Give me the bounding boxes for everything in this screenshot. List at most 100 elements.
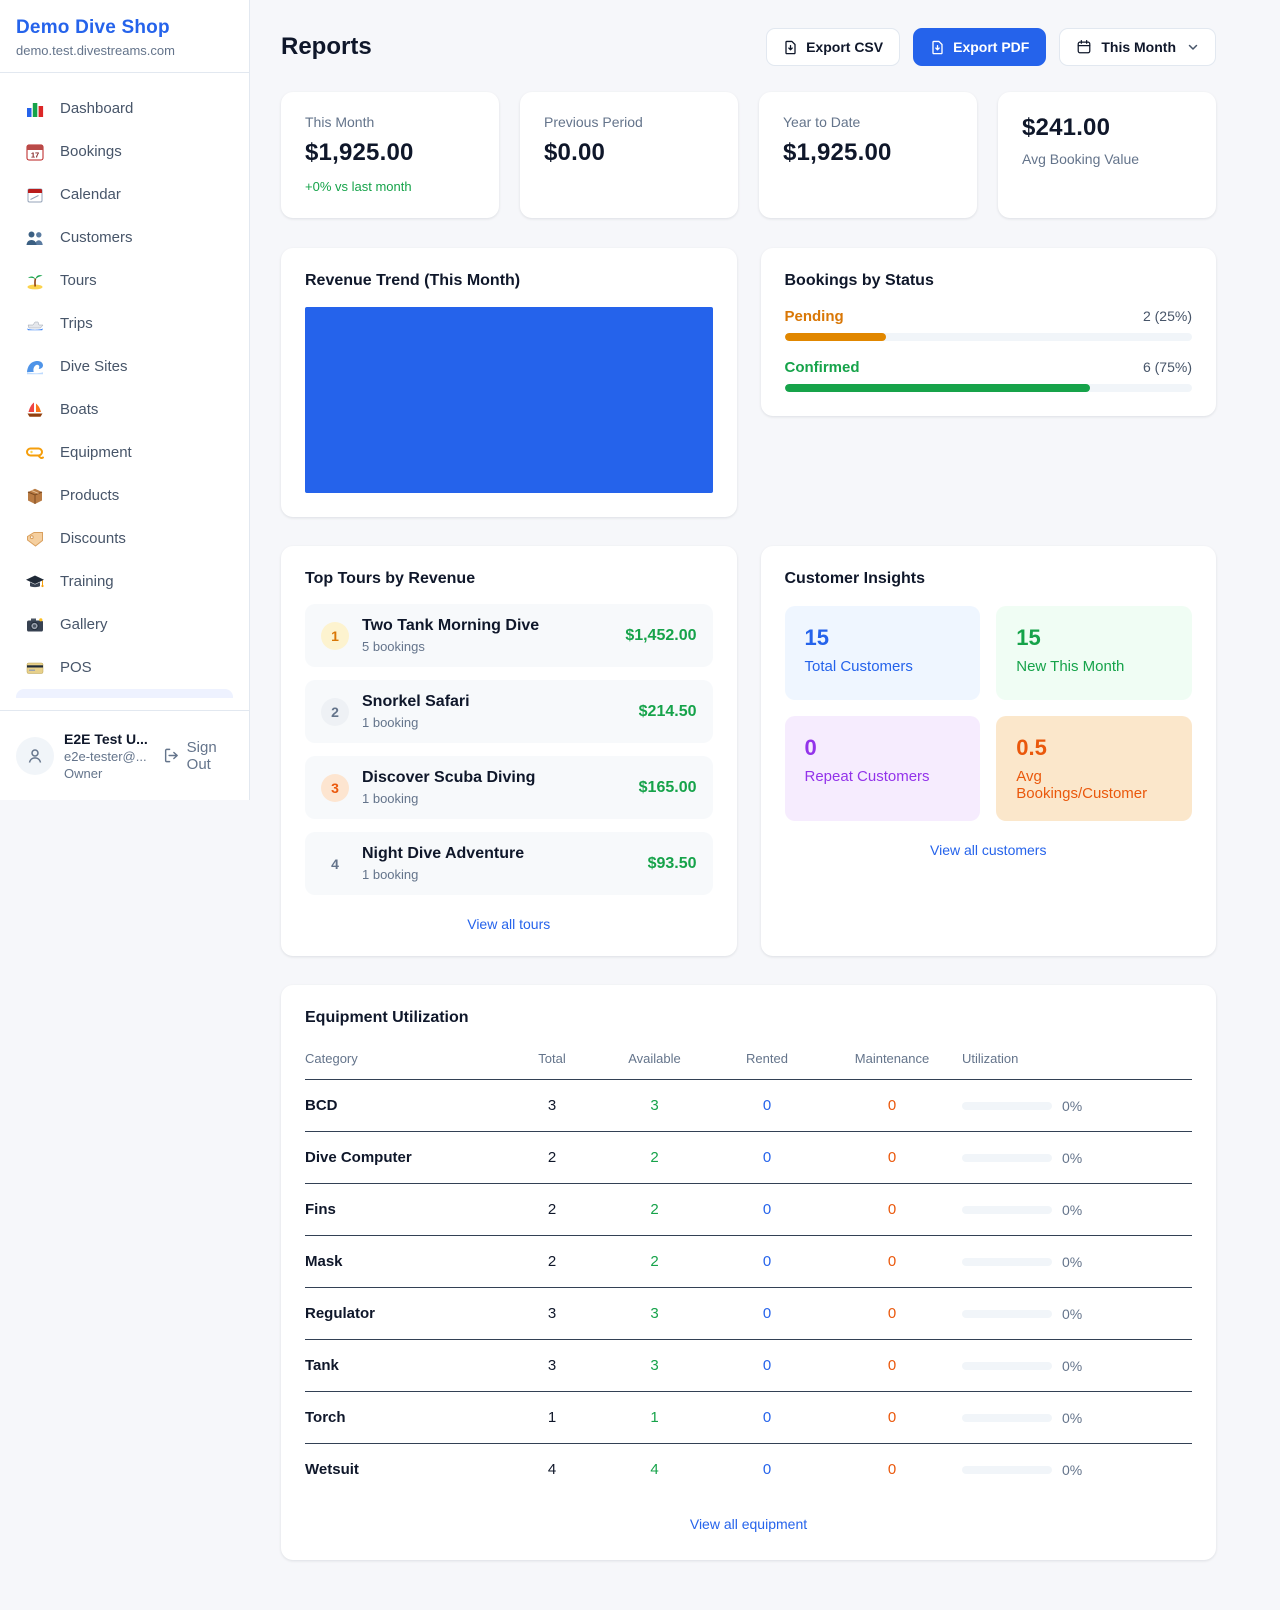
sidebar-item-dive-sites[interactable]: Dive Sites — [8, 345, 241, 388]
utilization-cell: 0% — [962, 1254, 1192, 1270]
sidebar-item-customers[interactable]: Customers — [8, 216, 241, 259]
dive-mask-icon — [24, 442, 46, 464]
brand-name: Demo Dive Shop — [16, 17, 233, 39]
sidebar-item-trips[interactable]: Trips — [8, 302, 241, 345]
cell-category: Torch — [305, 1392, 507, 1444]
tour-list-item[interactable]: 4 Night Dive Adventure 1 booking $93.50 — [305, 832, 713, 895]
sidebar-item-label: Gallery — [60, 616, 108, 633]
insight-grid: 15 Total Customers 15 New This Month 0 R… — [785, 606, 1193, 821]
insight-label: Total Customers — [805, 658, 961, 675]
sidebar-item-training[interactable]: Training — [8, 560, 241, 603]
utilization-cell: 0% — [962, 1202, 1192, 1218]
period-selector[interactable]: This Month — [1059, 28, 1216, 66]
sidebar-item-gallery[interactable]: Gallery — [8, 603, 241, 646]
top-tours-card: Top Tours by Revenue 1 Two Tank Morning … — [281, 546, 737, 956]
status-bar-track — [785, 384, 1193, 392]
utilization-cell: 0% — [962, 1462, 1192, 1478]
tour-list-item[interactable]: 3 Discover Scuba Diving 1 booking $165.0… — [305, 756, 713, 819]
header-actions: Export CSV Export PDF This Month — [766, 28, 1216, 66]
status-count-pending: 2 (25%) — [1143, 308, 1192, 324]
status-row-pending: Pending 2 (25%) — [785, 308, 1193, 341]
customer-insights-card: Customer Insights 15 Total Customers 15 … — [761, 546, 1217, 956]
equipment-utilization-title: Equipment Utilization — [305, 1009, 1192, 1027]
avatar — [16, 737, 54, 775]
insight-value: 0 — [805, 735, 961, 761]
view-all-equipment-link[interactable]: View all equipment — [305, 1516, 1192, 1532]
sidebar-item-products[interactable]: Products — [8, 474, 241, 517]
column-header-available: Available — [597, 1041, 712, 1080]
status-count-confirmed: 6 (75%) — [1143, 359, 1192, 375]
customer-insights-title: Customer Insights — [785, 570, 1193, 588]
sidebar-item-equipment[interactable]: Equipment — [8, 431, 241, 474]
utilization-bar — [962, 1466, 1052, 1474]
tour-list-item[interactable]: 1 Two Tank Morning Dive 5 bookings $1,45… — [305, 604, 713, 667]
sidebar: Demo Dive Shop demo.test.divestreams.com… — [0, 0, 250, 800]
utilization-cell: 0% — [962, 1098, 1192, 1114]
stats-row: This Month $1,925.00 +0% vs last month P… — [281, 92, 1216, 218]
sidebar-item-boats[interactable]: Boats — [8, 388, 241, 431]
tour-bookings: 1 booking — [362, 867, 524, 882]
utilization-percent: 0% — [1062, 1462, 1082, 1478]
cell-total: 3 — [507, 1340, 597, 1392]
column-header-utilization: Utilization — [962, 1041, 1192, 1080]
sidebar-item-pos[interactable]: POS — [8, 646, 241, 689]
file-download-icon — [930, 40, 945, 55]
sign-out-button[interactable]: Sign Out — [163, 739, 237, 773]
column-header-maintenance: Maintenance — [822, 1041, 962, 1080]
tour-revenue: $214.50 — [639, 703, 697, 721]
utilization-cell: 0% — [962, 1306, 1192, 1322]
sidebar-item-bookings[interactable]: 17 Bookings — [8, 130, 241, 173]
sidebar-item-reports-active-partial[interactable] — [16, 689, 233, 698]
revenue-trend-title: Revenue Trend (This Month) — [305, 272, 713, 290]
sidebar-item-label: Calendar — [60, 186, 121, 203]
utilization-cell: 0% — [962, 1358, 1192, 1374]
calendar-icon — [24, 184, 46, 206]
sign-out-icon — [163, 747, 180, 764]
sidebar-item-discounts[interactable]: Discounts — [8, 517, 241, 560]
export-csv-button[interactable]: Export CSV — [766, 28, 900, 66]
view-all-customers-link[interactable]: View all customers — [785, 842, 1193, 858]
stat-card-avg-booking-value: $241.00 Avg Booking Value — [998, 92, 1216, 218]
insight-tile-repeat-customers: 0 Repeat Customers — [785, 716, 981, 821]
stat-label: This Month — [305, 114, 475, 130]
sidebar-item-tours[interactable]: Tours — [8, 259, 241, 302]
utilization-cell: 0% — [962, 1410, 1192, 1426]
cell-rented: 0 — [712, 1132, 822, 1184]
cell-maintenance: 0 — [822, 1444, 962, 1496]
sidebar-item-label: Dashboard — [60, 100, 133, 117]
sidebar-item-calendar[interactable]: Calendar — [8, 173, 241, 216]
utilization-bar — [962, 1206, 1052, 1214]
period-label: This Month — [1101, 39, 1176, 55]
cell-maintenance: 0 — [822, 1340, 962, 1392]
user-email: e2e-tester@... — [64, 749, 151, 764]
cell-total: 3 — [507, 1288, 597, 1340]
cell-available: 2 — [597, 1236, 712, 1288]
speedboat-icon — [24, 313, 46, 335]
utilization-bar — [962, 1102, 1052, 1110]
graduation-cap-icon — [24, 571, 46, 593]
export-pdf-button[interactable]: Export PDF — [913, 28, 1046, 66]
stat-card-this-month: This Month $1,925.00 +0% vs last month — [281, 92, 499, 218]
status-label-pending: Pending — [785, 308, 844, 325]
cell-maintenance: 0 — [822, 1392, 962, 1444]
tour-name: Two Tank Morning Dive — [362, 617, 539, 635]
sidebar-nav: Dashboard 17 Bookings Calendar Customers… — [0, 73, 249, 698]
equipment-table: Category Total Available Rented Maintena… — [305, 1041, 1192, 1495]
sidebar-item-label: Dive Sites — [60, 358, 128, 375]
sidebar-item-label: Bookings — [60, 143, 122, 160]
utilization-cell: 0% — [962, 1150, 1192, 1166]
stat-value: $0.00 — [544, 139, 714, 167]
insight-tile-total-customers: 15 Total Customers — [785, 606, 981, 700]
table-row: Mask 2 2 0 0 0% — [305, 1236, 1192, 1288]
box-icon — [24, 485, 46, 507]
tour-list-item[interactable]: 2 Snorkel Safari 1 booking $214.50 — [305, 680, 713, 743]
cell-rented: 0 — [712, 1340, 822, 1392]
cell-maintenance: 0 — [822, 1288, 962, 1340]
brand-domain: demo.test.divestreams.com — [16, 43, 233, 58]
sidebar-item-dashboard[interactable]: Dashboard — [8, 87, 241, 130]
cell-category: Mask — [305, 1236, 507, 1288]
calendar-outline-icon — [1076, 39, 1092, 55]
table-row: Regulator 3 3 0 0 0% — [305, 1288, 1192, 1340]
view-all-tours-link[interactable]: View all tours — [305, 916, 713, 932]
cell-available: 3 — [597, 1288, 712, 1340]
